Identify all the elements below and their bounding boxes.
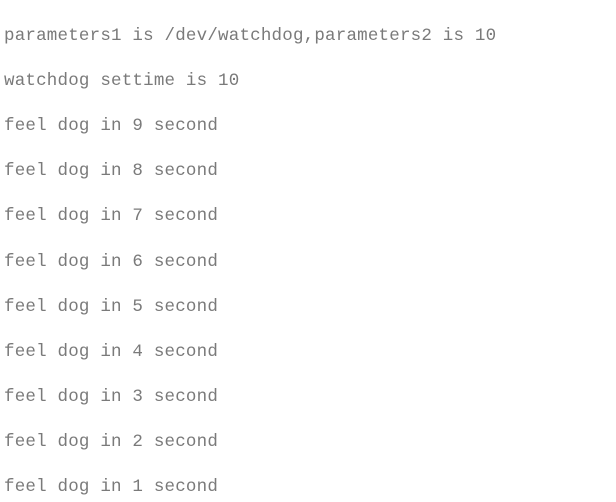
terminal-line: feel dog in 3 second — [4, 386, 616, 409]
terminal-output: parameters1 is /dev/watchdog,parameters2… — [0, 0, 616, 502]
terminal-line: feel dog in 6 second — [4, 251, 616, 274]
terminal-line: feel dog in 8 second — [4, 160, 616, 183]
terminal-line: watchdog settime is 10 — [4, 70, 616, 93]
terminal-line: feel dog in 4 second — [4, 341, 616, 364]
terminal-line: parameters1 is /dev/watchdog,parameters2… — [4, 25, 616, 48]
terminal-line: feel dog in 7 second — [4, 205, 616, 228]
terminal-line: feel dog in 5 second — [4, 296, 616, 319]
terminal-line: feel dog in 1 second — [4, 476, 616, 499]
terminal-line: feel dog in 2 second — [4, 431, 616, 454]
terminal-line: feel dog in 9 second — [4, 115, 616, 138]
